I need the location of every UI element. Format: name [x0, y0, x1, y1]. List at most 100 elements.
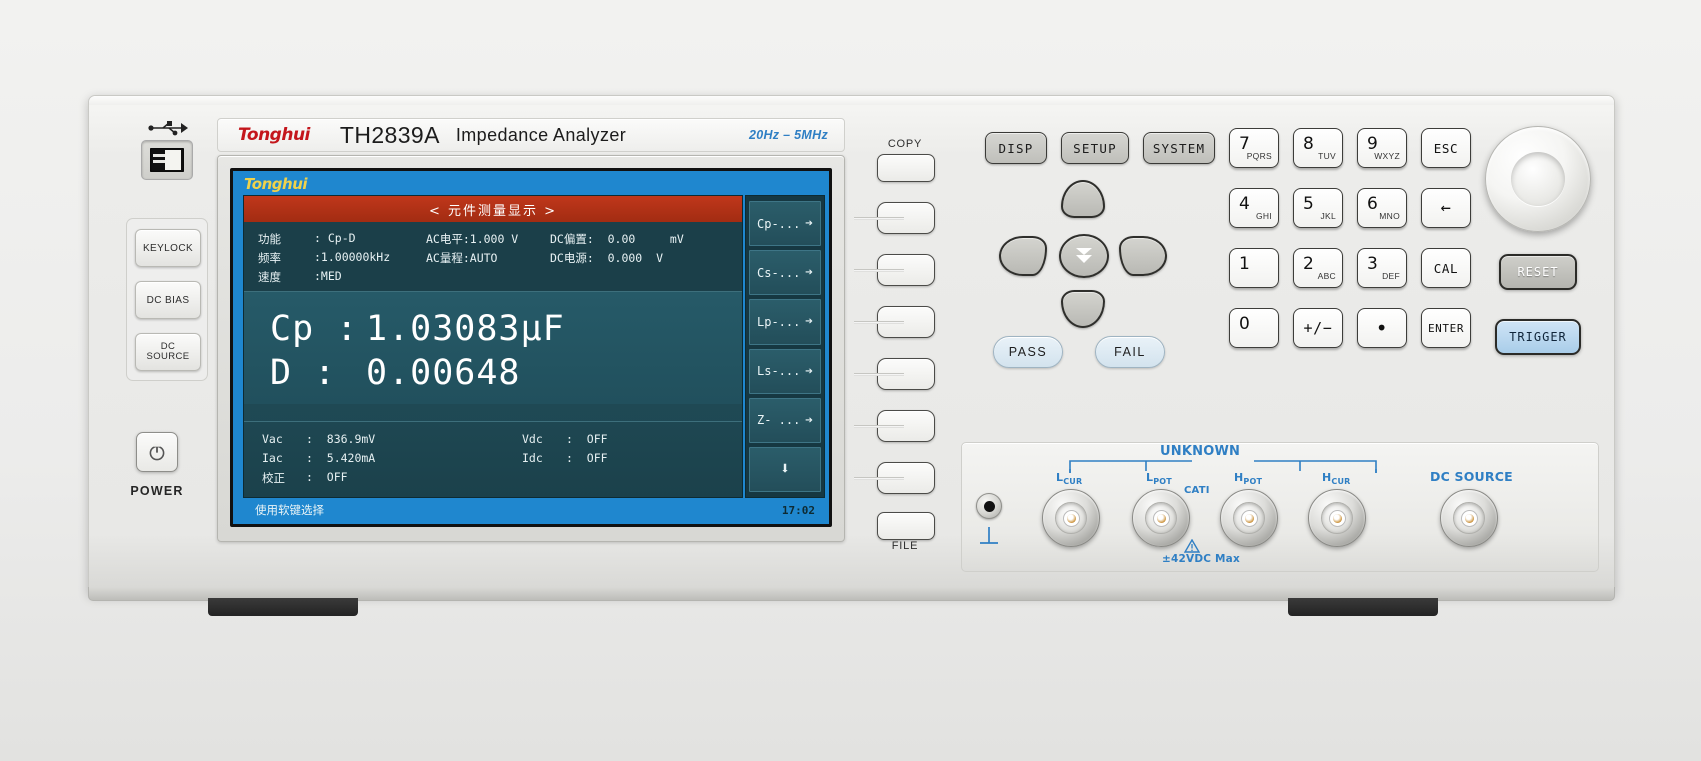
hpot-label: HPOT: [1234, 471, 1263, 487]
secondary-row: 校正 : OFF: [244, 467, 742, 488]
softkey-item-z[interactable]: Z- ... ➔: [749, 397, 821, 443]
softkey-connector-line: [854, 321, 904, 324]
key-digit: 0: [1239, 314, 1250, 334]
center-select-key[interactable]: [1059, 234, 1109, 278]
power-label: POWER: [130, 484, 184, 498]
key-7[interactable]: 7 PQRS: [1229, 128, 1279, 168]
left-arrow-key[interactable]: [999, 236, 1047, 276]
setup-button[interactable]: SETUP: [1061, 132, 1129, 164]
key-2[interactable]: 2 ABC: [1293, 248, 1343, 288]
right-arrow-icon: ➔: [805, 412, 813, 428]
secondary-value: : OFF: [306, 469, 348, 484]
trigger-button[interactable]: TRIGGER: [1495, 319, 1581, 355]
copy-button[interactable]: [877, 154, 935, 182]
pass-label: PASS: [1008, 345, 1048, 359]
decimal-point-button[interactable]: •: [1357, 308, 1407, 348]
key-8[interactable]: 8 TUV: [1293, 128, 1343, 168]
key-0[interactable]: 0: [1229, 308, 1279, 348]
secondary-label: Vac: [262, 431, 283, 446]
disp-button[interactable]: DISP: [985, 132, 1047, 164]
hcur-connector[interactable]: [1308, 489, 1366, 547]
key-1[interactable]: 1: [1229, 248, 1279, 288]
lcur-label: LCUR: [1056, 471, 1083, 487]
key-6[interactable]: 6 MNO: [1357, 188, 1407, 228]
key-letters: GHI: [1255, 211, 1272, 221]
esc-button[interactable]: ESC: [1421, 128, 1471, 168]
primary-readout: D : 0.00648: [244, 352, 742, 396]
secondary-row: Iac : 5.420mA Idc : OFF: [244, 448, 742, 467]
parameter-row[interactable]: 速度 :MED: [244, 267, 742, 286]
lcd-clock: 17:02: [781, 503, 815, 517]
lcd-display[interactable]: Tonghui < 元件测量显示 > 功能 : Cp-D AC电平:1.000 …: [230, 168, 832, 527]
secondary-value: : 5.420mA: [306, 450, 376, 465]
rotary-knob[interactable]: [1485, 126, 1591, 232]
up-arrow-key[interactable]: [1061, 180, 1105, 218]
softkey-item-more[interactable]: ⬇: [749, 446, 821, 493]
key-letters: MNO: [1379, 211, 1400, 221]
lcd-bezel: Tonghui < 元件测量显示 > 功能 : Cp-D AC电平:1.000 …: [217, 155, 845, 542]
dc-source-button[interactable]: DC SOURCE: [135, 333, 201, 371]
softkey-button-5[interactable]: [854, 410, 935, 442]
chassis-foot-left: [208, 598, 358, 616]
pass-indicator[interactable]: PASS: [993, 336, 1063, 368]
key-digit: 3: [1367, 254, 1378, 274]
secondary-label: 校正: [262, 470, 285, 485]
dc-bias-button[interactable]: DC BIAS: [135, 281, 201, 319]
cal-button[interactable]: CAL: [1421, 248, 1471, 288]
key-9[interactable]: 9 WXYZ: [1357, 128, 1407, 168]
reset-label: RESET: [1517, 265, 1559, 279]
key-5[interactable]: 5 JKL: [1293, 188, 1343, 228]
right-arrow-key[interactable]: [1119, 236, 1167, 276]
lpot-connector[interactable]: [1132, 489, 1190, 547]
parameter-row[interactable]: 功能 : Cp-D AC电平:1.000 V DC偏置: 0.00 mV: [244, 229, 742, 248]
secondary-value2: : OFF: [566, 431, 608, 446]
softkey-item-ls[interactable]: Ls-... ➔: [749, 348, 821, 394]
softkey-button-4[interactable]: [854, 358, 935, 390]
primary-label: Cp :: [270, 309, 359, 349]
primary-value: 0.00648: [366, 353, 521, 393]
voltage-warning-label: ±42VDC Max: [1162, 553, 1240, 565]
esc-label: ESC: [1433, 140, 1459, 156]
softkey-label: Cs-...: [757, 265, 801, 280]
softkey-button-1[interactable]: [854, 202, 935, 234]
enter-button[interactable]: ENTER: [1421, 308, 1471, 348]
softkey-button-2[interactable]: [854, 254, 935, 286]
softkey-item-lp[interactable]: Lp-... ➔: [749, 299, 821, 345]
softkey-connector-line: [854, 269, 904, 272]
right-arrow-icon: ➔: [805, 363, 813, 379]
backspace-button[interactable]: ←: [1421, 188, 1471, 228]
more-down-arrow-icon: ⬇: [779, 459, 791, 480]
keylock-button[interactable]: KEYLOCK: [135, 229, 201, 267]
lcur-connector[interactable]: [1042, 489, 1100, 547]
ground-terminal[interactable]: [976, 493, 1002, 519]
system-button[interactable]: SYSTEM: [1143, 132, 1215, 164]
sign-toggle-button[interactable]: +/−: [1293, 308, 1343, 348]
parameter-row[interactable]: 频率 :1.00000kHz AC量程:AUTO DC电源: 0.000 V: [244, 248, 742, 267]
param-label: 频率: [258, 250, 281, 265]
key-digit: 2: [1303, 254, 1314, 274]
model-name: TH2839A: [339, 121, 440, 148]
file-button[interactable]: [877, 512, 935, 540]
softkey-item-cp[interactable]: Cp-... ➔: [749, 201, 821, 247]
softkey-button-3[interactable]: [854, 306, 935, 338]
secondary-label2: Vdc: [522, 431, 543, 446]
usb-port[interactable]: [141, 140, 193, 180]
dc-source-connector[interactable]: [1440, 489, 1498, 547]
double-down-arrow-icon: [1076, 248, 1092, 263]
chassis-foot-right: [1288, 598, 1438, 616]
key-digit: 6: [1367, 194, 1378, 214]
copy-label: COPY: [887, 138, 923, 150]
key-3[interactable]: 3 DEF: [1357, 248, 1407, 288]
reset-button[interactable]: RESET: [1499, 254, 1577, 290]
power-button[interactable]: [136, 432, 178, 472]
disp-label: DISP: [998, 140, 1034, 156]
hpot-connector[interactable]: [1220, 489, 1278, 547]
softkey-button-6[interactable]: [854, 462, 935, 494]
down-arrow-key[interactable]: [1061, 290, 1105, 328]
key-4[interactable]: 4 GHI: [1229, 188, 1279, 228]
key-digit: 1: [1239, 254, 1250, 274]
softkey-item-cs[interactable]: Cs-... ➔: [749, 250, 821, 296]
softkey-menu: Cp-... ➔ Cs-... ➔ Lp-... ➔ Ls-... ➔ Z- .…: [745, 195, 825, 498]
softkey-connector-line: [854, 425, 904, 428]
fail-indicator[interactable]: FAIL: [1095, 336, 1165, 368]
